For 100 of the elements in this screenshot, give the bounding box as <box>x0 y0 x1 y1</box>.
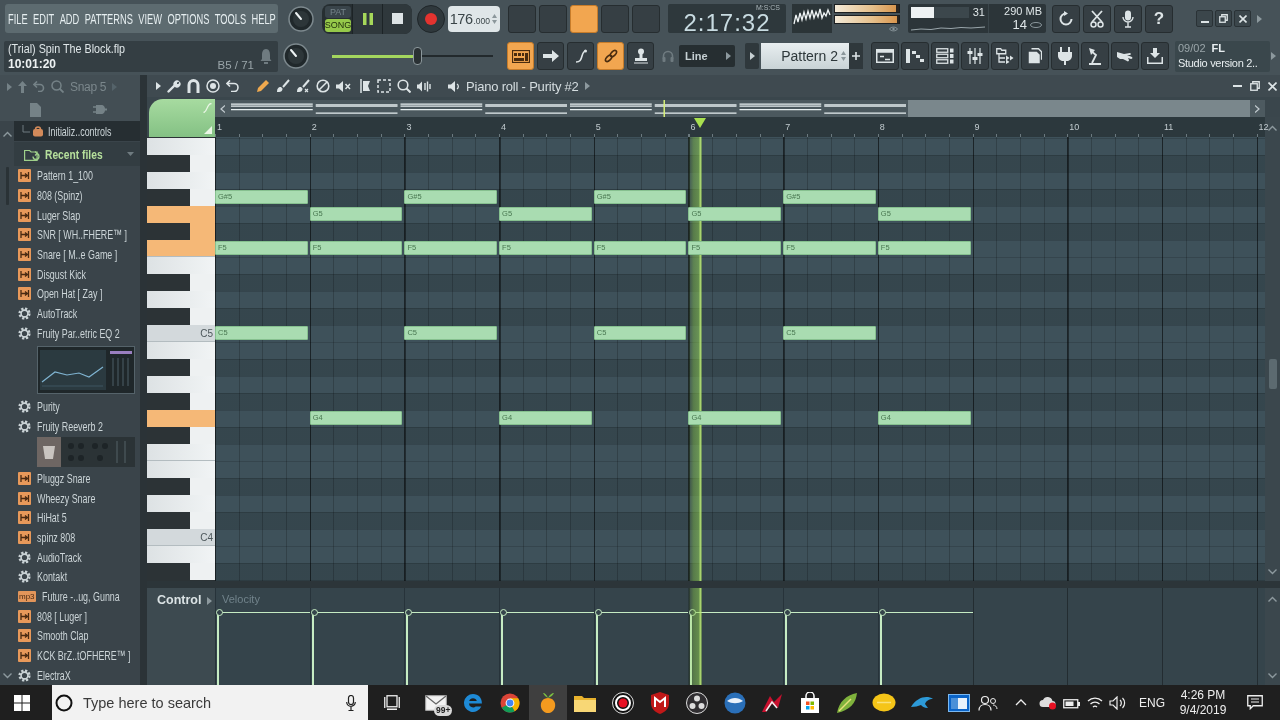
browser-item[interactable]: Fruity Reeverb 2 <box>14 416 140 437</box>
browser-item[interactable]: Disgust Kick <box>14 264 140 285</box>
browser-item[interactable]: Snare [ M..e Game ] <box>14 244 140 265</box>
tempo-field[interactable]: 176.000 <box>448 5 500 32</box>
snap-dropdown[interactable]: Line <box>679 45 735 67</box>
record-button[interactable] <box>417 4 445 33</box>
tool-button[interactable] <box>597 42 624 70</box>
taskbar-app[interactable]: 99+ <box>417 685 455 720</box>
browser-item[interactable]: Smooth Clap <box>14 626 140 646</box>
add-pattern-button[interactable] <box>849 43 863 69</box>
browser-item[interactable]: ElectraX <box>14 665 140 685</box>
recording-button[interactable] <box>1114 4 1142 33</box>
browser-item[interactable]: spinz 808 <box>14 527 140 548</box>
view-button[interactable] <box>1021 42 1049 70</box>
view-button[interactable] <box>1051 42 1079 70</box>
search-field[interactable]: Type here to search <box>83 690 336 715</box>
arrow-icon[interactable] <box>207 597 213 605</box>
view-button[interactable] <box>931 42 959 70</box>
velocity-bar[interactable] <box>594 609 689 685</box>
scroll-down-icon[interactable] <box>1268 569 1277 575</box>
close-button[interactable] <box>1234 10 1251 27</box>
flag-icon[interactable] <box>357 79 371 93</box>
velocity-bar[interactable] <box>689 609 784 685</box>
cut-button[interactable] <box>1083 4 1111 33</box>
view-button[interactable] <box>991 42 1019 70</box>
zoom-icon[interactable] <box>397 79 411 93</box>
restore-button[interactable] <box>1215 10 1232 27</box>
caret-up-icon[interactable] <box>1015 699 1027 706</box>
pencil-icon[interactable] <box>256 79 270 93</box>
eye-icon[interactable] <box>889 26 898 32</box>
browser-item[interactable]: AudioTrack <box>14 547 140 567</box>
view-button[interactable] <box>901 42 929 70</box>
refresh-button[interactable] <box>1052 4 1080 33</box>
velocity-bar[interactable] <box>310 609 405 685</box>
target-icon[interactable] <box>206 79 220 93</box>
piano-key[interactable]: C4 <box>147 529 215 546</box>
browser-item[interactable]: Kontakt <box>14 567 140 587</box>
scroll-down-icon[interactable] <box>2 673 12 679</box>
scroll-up-icon[interactable] <box>1268 125 1277 131</box>
menu-item[interactable]: HELP <box>251 9 276 28</box>
cloud-icon[interactable] <box>1039 695 1057 710</box>
pattern-selector[interactable]: Pattern 2 <box>761 43 849 69</box>
velocity-bar[interactable] <box>878 609 973 685</box>
browser-item[interactable]: Initializ..controls <box>14 121 140 141</box>
browser-item[interactable]: HiHat 5 <box>14 507 140 528</box>
restore-icon[interactable] <box>1250 81 1260 91</box>
view-button[interactable] <box>1141 42 1169 70</box>
clock[interactable]: 4:26 PM 9/4/2019 <box>1177 687 1229 718</box>
minimize-button[interactable] <box>1196 10 1213 27</box>
search-bar[interactable]: Type here to search <box>52 685 368 720</box>
scroll-thumb[interactable] <box>1268 359 1277 389</box>
arrow-icon[interactable] <box>156 82 161 90</box>
ban-icon[interactable] <box>316 79 330 93</box>
browser-item[interactable]: Pattern 1_100 <box>14 166 140 186</box>
browser-item[interactable]: SNR [ WH..FHERE™ ] <box>14 225 140 245</box>
view-button[interactable] <box>961 42 989 70</box>
menu-item[interactable]: TOOLS <box>214 9 247 28</box>
tool-button[interactable] <box>567 42 594 70</box>
piano-key[interactable]: C5 <box>147 325 215 342</box>
velocity-bar[interactable] <box>500 609 594 685</box>
brush-cross-icon[interactable] <box>296 79 310 93</box>
mode-option[interactable]: SONG <box>325 19 351 32</box>
tool-button[interactable] <box>537 42 564 70</box>
browser-item[interactable]: Pluggz Snare <box>14 468 140 489</box>
scroll-down-icon[interactable] <box>1268 673 1277 679</box>
view-button[interactable] <box>1081 42 1109 70</box>
menu-item[interactable]: ADD <box>59 9 80 28</box>
volume-icon[interactable] <box>1109 695 1127 710</box>
menu-item[interactable]: VIEW <box>138 9 163 28</box>
select-icon[interactable] <box>377 79 391 93</box>
tool-button[interactable] <box>627 42 654 70</box>
magnet-icon[interactable] <box>187 79 200 93</box>
microphone-icon[interactable] <box>346 694 356 711</box>
browser-item[interactable]: Purity <box>14 396 140 417</box>
menu-item[interactable]: PATTERNS <box>84 9 133 28</box>
browser-item[interactable]: KCK BrZ..tOFHERE™ ] <box>14 645 140 666</box>
velocity-bar[interactable] <box>216 609 310 685</box>
tool-button[interactable] <box>507 42 534 70</box>
view-button[interactable] <box>1111 42 1139 70</box>
speaker-icon[interactable] <box>448 79 460 93</box>
browser-item[interactable]: 808 (Spinz) <box>14 185 140 206</box>
browser-item[interactable]: 808 [ Luger ] <box>14 606 140 627</box>
news-panel[interactable]: 09/02 FL Studio version 2.. <box>1175 40 1270 72</box>
scroll-up-icon[interactable] <box>1268 596 1277 602</box>
overview-bar[interactable] <box>215 100 1265 117</box>
pattern-menu-button[interactable] <box>745 43 759 69</box>
menu-item[interactable]: OPTIONS <box>167 9 210 28</box>
stop-button[interactable] <box>382 3 412 34</box>
toolbar-button[interactable] <box>570 4 598 33</box>
browser-item[interactable]: Open Hat [ Zay ] <box>14 284 140 304</box>
arrow-icon[interactable] <box>584 82 590 90</box>
browser-item[interactable]: Fruity Par..etric EQ 2 <box>14 323 140 344</box>
velocity-bar[interactable] <box>784 609 878 685</box>
knob[interactable] <box>283 43 309 69</box>
browser-folder[interactable]: Recent files <box>14 142 140 166</box>
mute-icon[interactable] <box>336 79 351 93</box>
browser-item[interactable]: Luger Slap <box>14 205 140 226</box>
battery-icon[interactable] <box>1063 696 1081 709</box>
wifi-icon[interactable] <box>1087 695 1103 710</box>
control-label[interactable]: Control <box>157 593 202 607</box>
